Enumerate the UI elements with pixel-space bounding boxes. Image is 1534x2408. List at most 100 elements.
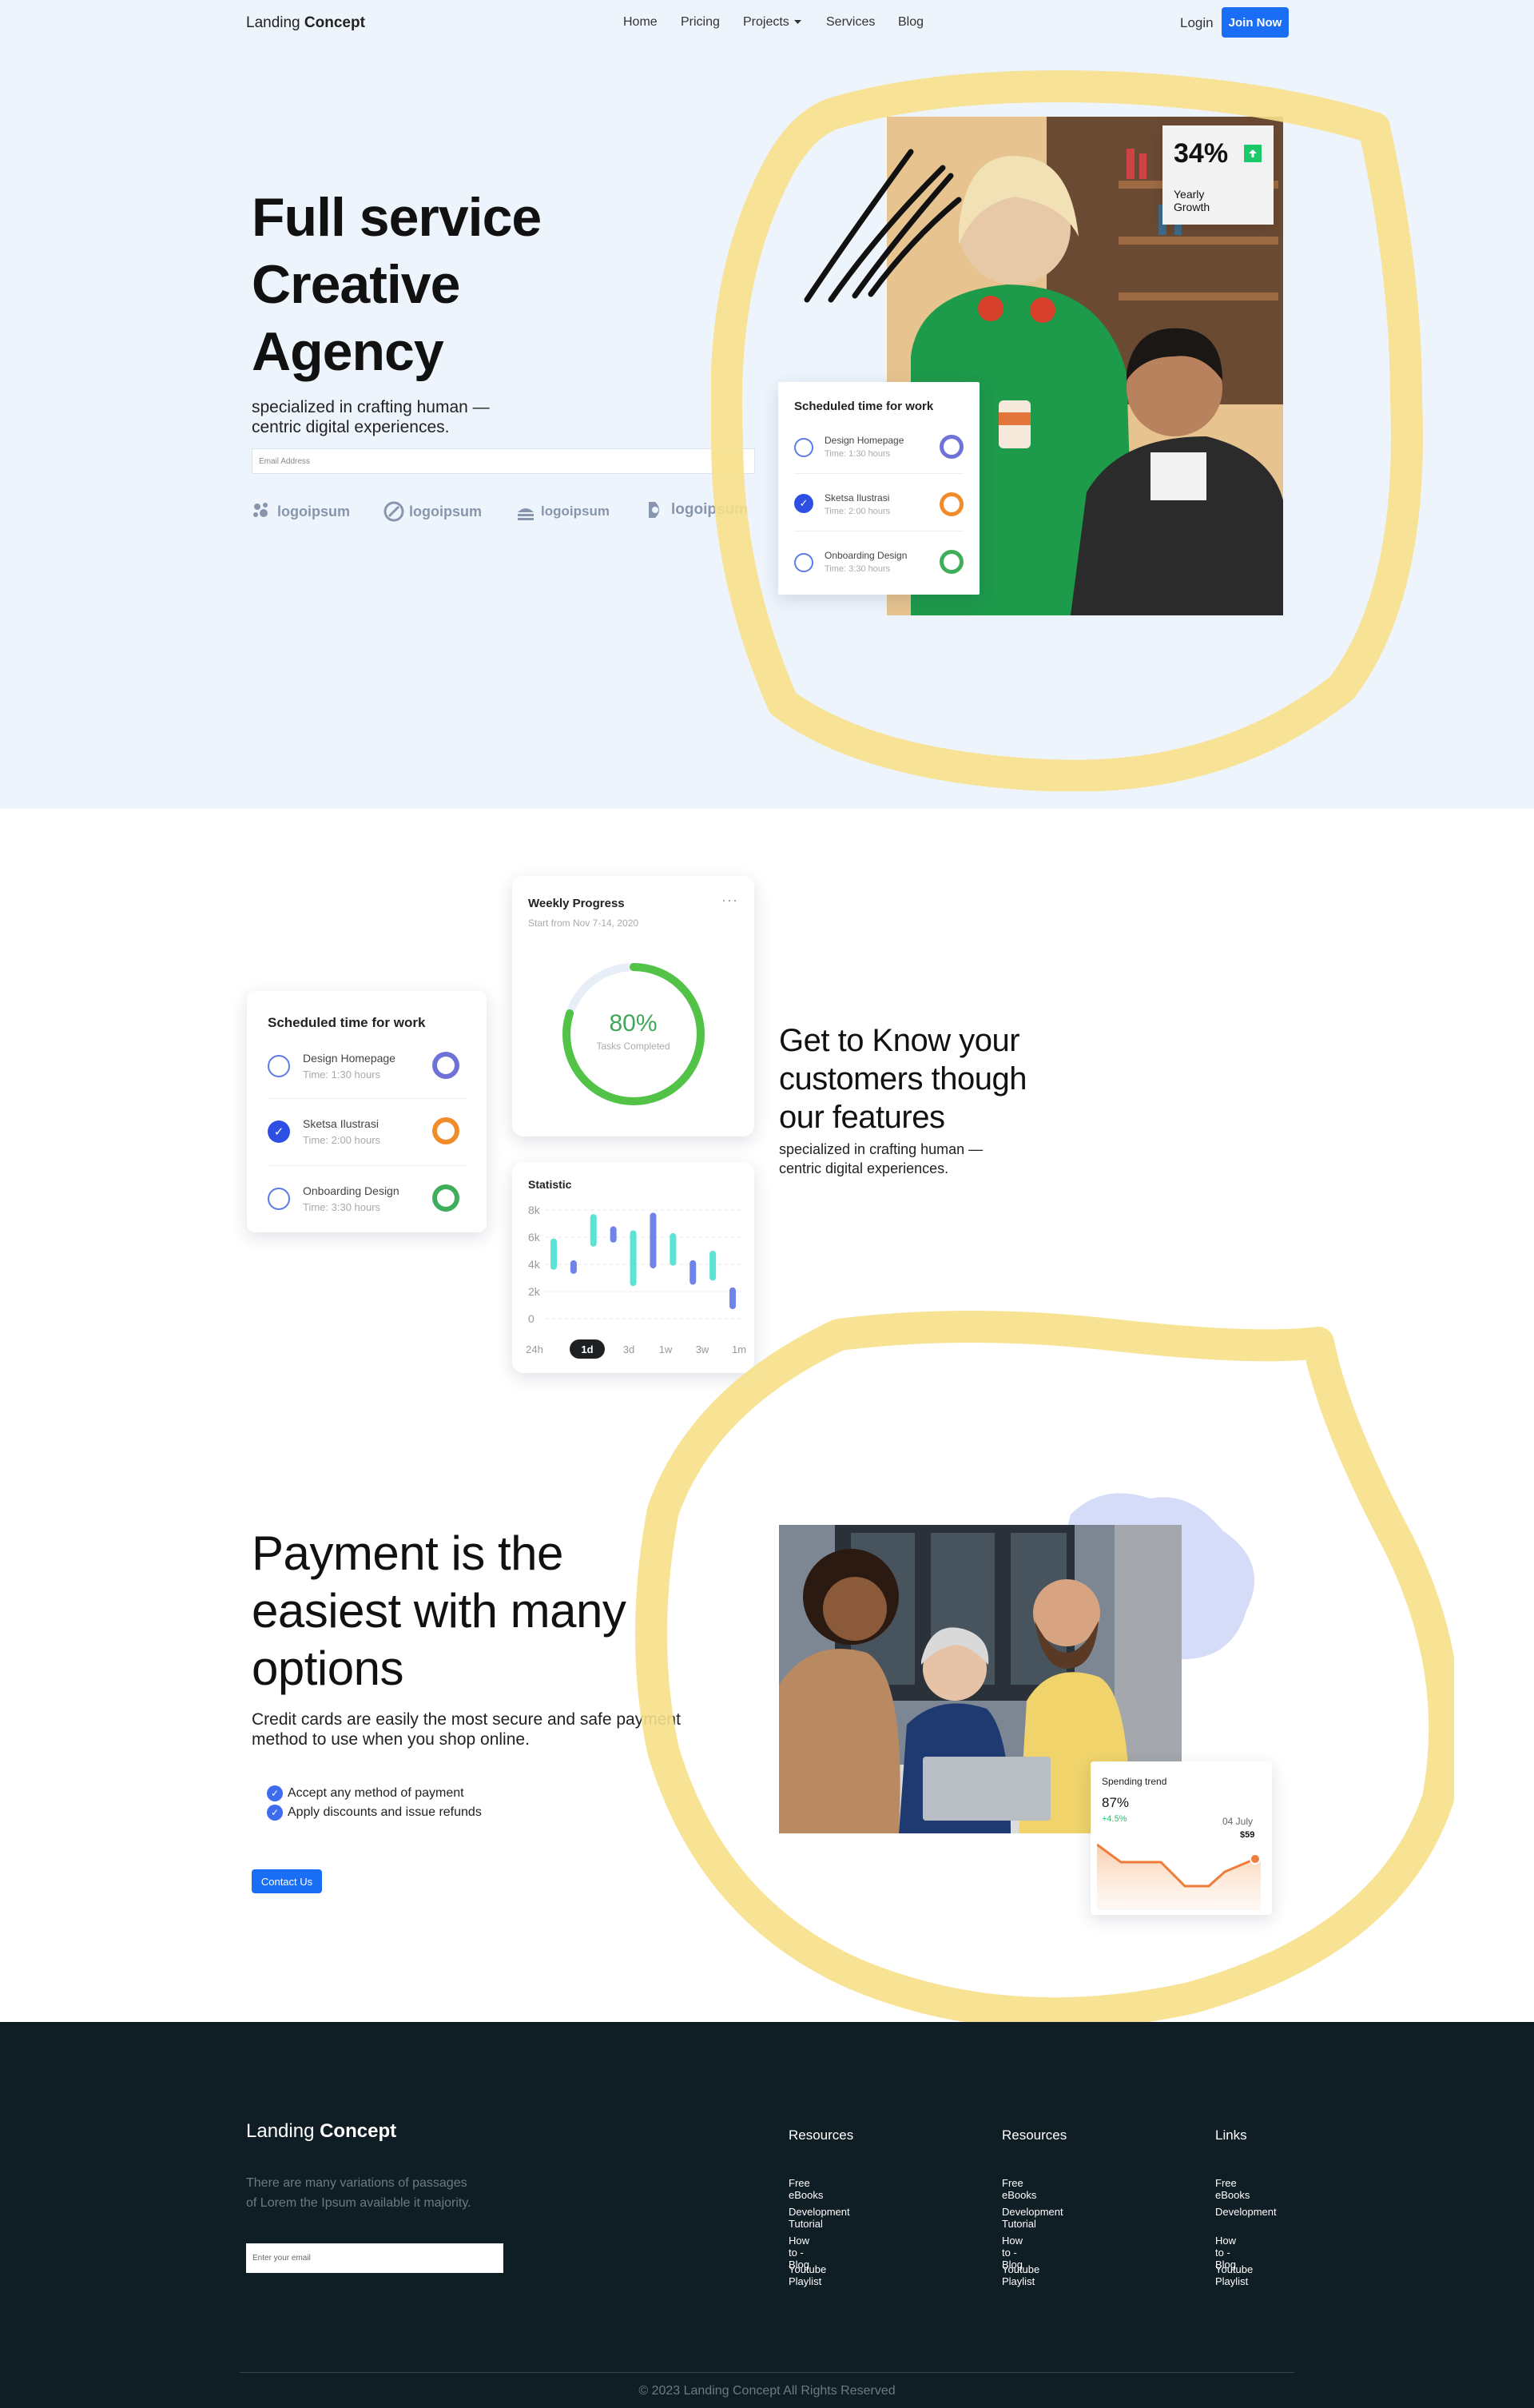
partner-logo-3: logoipsum bbox=[515, 501, 610, 522]
hero-title-line: Full service bbox=[252, 187, 542, 248]
task-name: Design Homepage bbox=[303, 1052, 395, 1065]
logo-mark-icon bbox=[253, 503, 268, 517]
features-title-line: Get to Know your bbox=[779, 1023, 1020, 1058]
join-now-button[interactable]: Join Now bbox=[1222, 7, 1289, 38]
candle-bar bbox=[630, 1230, 637, 1287]
logo-mark-icon bbox=[384, 501, 404, 522]
hero-title-line: Agency bbox=[252, 321, 444, 382]
weekly-subtitle: Start from Nov 7-14, 2020 bbox=[528, 917, 639, 929]
login-link[interactable]: Login bbox=[1180, 15, 1214, 31]
footer-link[interactable]: Youtube Playlist bbox=[1002, 2263, 1039, 2287]
timer-icon bbox=[432, 1052, 459, 1079]
brand-light-text: Landing bbox=[246, 2120, 315, 2142]
features-title-line: customers though bbox=[779, 1061, 1027, 1097]
payment-title: Payment is the easiest with many options bbox=[252, 1525, 626, 1698]
weekly-progress-card: Weekly Progress ··· Start from Nov 7-14,… bbox=[512, 876, 754, 1136]
y-tick-label: 6k bbox=[528, 1231, 541, 1244]
footer-link[interactable]: Youtube Playlist bbox=[1215, 2263, 1253, 2287]
nav-pricing[interactable]: Pricing bbox=[681, 15, 720, 30]
brand-bold-text: Concept bbox=[320, 2120, 397, 2142]
payment-subtitle-line: Credit cards are easily the most secure … bbox=[252, 1710, 681, 1729]
hero-subtitle: specialized in crafting human — centric … bbox=[252, 397, 490, 437]
features-subtitle: specialized in crafting human — centric … bbox=[779, 1140, 983, 1178]
brand-bold-text: Concept bbox=[304, 14, 365, 31]
footer-description: There are many variations of passages of… bbox=[246, 2173, 471, 2213]
hero-subtitle-line: centric digital experiences. bbox=[252, 418, 450, 436]
candle-bar bbox=[590, 1214, 597, 1247]
payment-title-line: options bbox=[252, 1642, 403, 1695]
footer-column-heading: Links bbox=[1215, 2127, 1247, 2143]
footer-column-heading: Resources bbox=[789, 2127, 854, 2143]
footer-description-line: of Lorem the Ipsum available it majority… bbox=[246, 2196, 471, 2210]
logo-mark-icon bbox=[518, 508, 534, 520]
hero-title: Full service Creative Agency bbox=[252, 184, 542, 385]
candle-bar bbox=[690, 1260, 697, 1285]
progress-percent: 80% bbox=[609, 1010, 658, 1037]
highlight-annotation bbox=[711, 70, 1423, 791]
nav-projects-label: Projects bbox=[743, 15, 789, 29]
payment-check-item: ✓ Apply discounts and issue refunds bbox=[267, 1805, 482, 1821]
footer-email-input[interactable]: Enter your email bbox=[246, 2243, 503, 2273]
partner-logo-2: logoipsum bbox=[384, 501, 482, 522]
brand-logo[interactable]: Landing Concept bbox=[246, 14, 365, 32]
footer-link[interactable]: Free eBooks bbox=[1002, 2177, 1036, 2201]
footer-link[interactable]: Free eBooks bbox=[1215, 2177, 1250, 2201]
candle-bar bbox=[709, 1251, 717, 1281]
payment-subtitle: Credit cards are easily the most secure … bbox=[252, 1709, 681, 1749]
contact-us-button[interactable]: Contact Us bbox=[252, 1869, 322, 1893]
footer-link[interactable]: Development Tutorial bbox=[1002, 2206, 1063, 2230]
range-tab-24h[interactable]: 24h bbox=[523, 1339, 546, 1359]
candle-bar bbox=[610, 1226, 617, 1243]
check-circle-icon: ✓ bbox=[267, 1805, 283, 1821]
y-tick-label: 0 bbox=[528, 1312, 535, 1325]
footer-brand[interactable]: Landing Concept bbox=[246, 2120, 396, 2143]
features-title-line: our features bbox=[779, 1100, 945, 1135]
footer-link[interactable]: Development bbox=[1215, 2206, 1277, 2218]
features-title: Get to Know your customers though our fe… bbox=[779, 1021, 1027, 1136]
check-item-label: Apply discounts and issue refunds bbox=[288, 1805, 482, 1819]
features-subtitle-line: specialized in crafting human — bbox=[779, 1141, 984, 1157]
check-circle-icon: ✓ bbox=[267, 1785, 283, 1801]
nav-projects[interactable]: Projects bbox=[743, 15, 801, 30]
task-time: Time: 2:00 hours bbox=[303, 1134, 381, 1146]
payment-title-line: easiest with many bbox=[252, 1584, 626, 1638]
schedule-card-title: Scheduled time for work bbox=[268, 1015, 426, 1030]
ellipsis-icon[interactable]: ··· bbox=[721, 892, 738, 909]
hero-email-input[interactable]: Email Address bbox=[252, 448, 755, 474]
candle-bar bbox=[650, 1212, 657, 1269]
logo-text: logoipsum bbox=[409, 503, 482, 519]
hero-title-line: Creative bbox=[252, 254, 460, 315]
footer-divider bbox=[240, 2372, 1294, 2373]
task-checkbox[interactable] bbox=[268, 1188, 290, 1210]
logo-text: logoipsum bbox=[541, 503, 610, 519]
payment-title-line: Payment is the bbox=[252, 1526, 563, 1580]
task-checkbox-checked[interactable]: ✓ bbox=[268, 1120, 290, 1143]
footer-link[interactable]: Youtube Playlist bbox=[789, 2263, 826, 2287]
divider bbox=[268, 1098, 466, 1099]
task-time: Time: 1:30 hours bbox=[303, 1069, 381, 1081]
weekly-title: Weekly Progress bbox=[528, 897, 625, 910]
task-time: Time: 3:30 hours bbox=[303, 1201, 381, 1213]
divider bbox=[268, 1165, 466, 1166]
y-tick-label: 8k bbox=[528, 1204, 541, 1216]
nav-services[interactable]: Services bbox=[826, 15, 875, 30]
footer-link[interactable]: Development Tutorial bbox=[789, 2206, 850, 2230]
candle-bar bbox=[550, 1238, 557, 1270]
range-tab-1d[interactable]: 1d bbox=[570, 1339, 605, 1359]
y-tick-label: 2k bbox=[528, 1285, 541, 1298]
task-checkbox[interactable] bbox=[268, 1055, 290, 1077]
copyright: © 2023 Landing Concept All Rights Reserv… bbox=[638, 2384, 896, 2398]
footer-column-heading: Resources bbox=[1002, 2127, 1067, 2143]
highlight-annotation bbox=[635, 1311, 1454, 2030]
hero-subtitle-line: specialized in crafting human — bbox=[252, 398, 490, 416]
features-schedule-card: Scheduled time for work Design Homepage … bbox=[247, 991, 487, 1232]
footer-link[interactable]: Free eBooks bbox=[789, 2177, 823, 2201]
nav-blog[interactable]: Blog bbox=[898, 15, 924, 30]
nav-home[interactable]: Home bbox=[623, 15, 658, 30]
check-item-label: Accept any method of payment bbox=[288, 1786, 464, 1800]
footer bbox=[0, 2022, 1534, 2408]
candle-bar bbox=[570, 1260, 577, 1274]
payment-check-item: ✓ Accept any method of payment bbox=[267, 1785, 464, 1801]
timer-icon bbox=[432, 1184, 459, 1212]
partner-logo-1: logoipsum bbox=[252, 501, 350, 522]
